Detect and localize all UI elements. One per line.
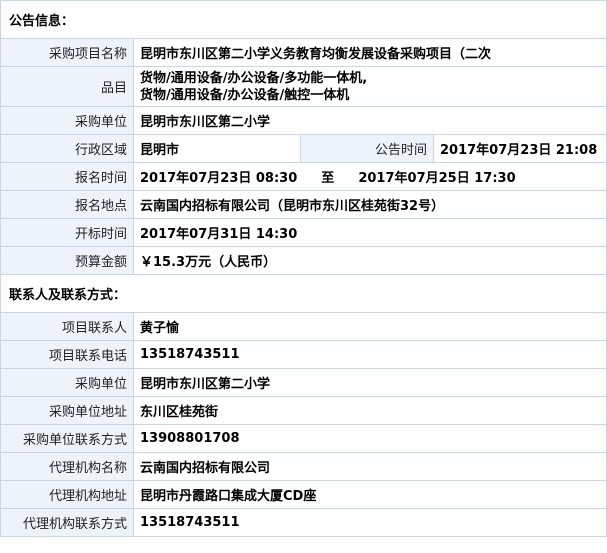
row-project-phone: 项目联系电话 13518743511 [0, 340, 607, 369]
value-purchaser: 昆明市东川区第二小学 [132, 106, 607, 135]
value-contact-purchaser: 昆明市东川区第二小学 [132, 368, 607, 397]
label-project-phone: 项目联系电话 [0, 340, 134, 369]
registration-to: 2017年07月25日 17:30 [358, 171, 516, 186]
row-contact-purchaser: 采购单位 昆明市东川区第二小学 [0, 368, 607, 397]
label-contact-purchaser: 采购单位 [0, 368, 134, 397]
row-region: 行政区域 昆明市 公告时间 2017年07月23日 21:08 [0, 134, 607, 163]
row-registration-place: 报名地点 云南国内招标有限公司（昆明市东川区桂苑街32号） [0, 190, 607, 219]
label-project-contact: 项目联系人 [0, 312, 134, 341]
label-opening-time: 开标时间 [0, 218, 134, 247]
row-opening-time: 开标时间 2017年07月31日 14:30 [0, 218, 607, 247]
label-purchaser: 采购单位 [0, 106, 134, 135]
value-purchaser-phone: 13908801708 [132, 424, 607, 453]
row-budget: 预算金额 ￥15.3万元（人民币） [0, 246, 607, 275]
label-region: 行政区域 [0, 134, 134, 163]
row-project-name: 采购项目名称 昆明市东川区第二小学义务教育均衡发展设备采购项目（二次 [0, 38, 607, 67]
value-announce-time: 2017年07月23日 21:08 [432, 134, 607, 163]
label-agency-name: 代理机构名称 [0, 452, 134, 481]
value-registration-time: 2017年07月23日 08:30 至 2017年07月25日 17:30 [132, 162, 607, 191]
value-purchaser-address: 东川区桂苑街 [132, 396, 607, 425]
label-registration-place: 报名地点 [0, 190, 134, 219]
label-project-name: 采购项目名称 [0, 38, 134, 67]
value-budget: ￥15.3万元（人民币） [132, 246, 607, 275]
value-agency-phone: 13518743511 [132, 508, 607, 537]
value-project-name: 昆明市东川区第二小学义务教育均衡发展设备采购项目（二次 [132, 38, 607, 67]
row-purchaser: 采购单位 昆明市东川区第二小学 [0, 106, 607, 135]
value-agency-address: 昆明市丹霞路口集成大厦CD座 [132, 480, 607, 509]
section-contacts: 联系人及联系方式： [0, 274, 607, 313]
value-opening-time: 2017年07月31日 14:30 [132, 218, 607, 247]
label-budget: 预算金额 [0, 246, 134, 275]
label-purchaser-phone: 采购单位联系方式 [0, 424, 134, 453]
row-agency-name: 代理机构名称 云南国内招标有限公司 [0, 452, 607, 481]
category-line-2: 货物/通用设备/办公设备/触控一体机 [140, 87, 350, 103]
registration-to-label: 至 [321, 171, 335, 186]
value-project-phone: 13518743511 [132, 340, 607, 369]
row-agency-address: 代理机构地址 昆明市丹霞路口集成大厦CD座 [0, 480, 607, 509]
value-category: 货物/通用设备/办公设备/多功能一体机, 货物/通用设备/办公设备/触控一体机 [132, 66, 607, 107]
announcement-table: 公告信息： 采购项目名称 昆明市东川区第二小学义务教育均衡发展设备采购项目（二次… [0, 0, 607, 537]
label-purchaser-address: 采购单位地址 [0, 396, 134, 425]
row-registration-time: 报名时间 2017年07月23日 08:30 至 2017年07月25日 17:… [0, 162, 607, 191]
value-project-contact: 黄子愉 [132, 312, 607, 341]
label-registration-time: 报名时间 [0, 162, 134, 191]
value-region: 昆明市 [133, 134, 301, 163]
value-registration-place: 云南国内招标有限公司（昆明市东川区桂苑街32号） [132, 190, 607, 219]
row-purchaser-address: 采购单位地址 东川区桂苑街 [0, 396, 607, 425]
section-announcement: 公告信息： [0, 0, 607, 39]
row-project-contact: 项目联系人 黄子愉 [0, 312, 607, 341]
label-category: 品目 [0, 66, 134, 107]
label-announce-time: 公告时间 [300, 134, 434, 163]
row-purchaser-phone: 采购单位联系方式 13908801708 [0, 424, 607, 453]
label-agency-address: 代理机构地址 [0, 480, 134, 509]
category-line-1: 货物/通用设备/办公设备/多功能一体机, [140, 70, 368, 86]
row-category: 品目 货物/通用设备/办公设备/多功能一体机, 货物/通用设备/办公设备/触控一… [0, 66, 607, 107]
section-title-announcement: 公告信息： [0, 0, 607, 39]
value-agency-name: 云南国内招标有限公司 [132, 452, 607, 481]
section-title-contacts: 联系人及联系方式： [0, 274, 607, 313]
label-agency-phone: 代理机构联系方式 [0, 508, 134, 537]
registration-from: 2017年07月23日 08:30 [140, 171, 298, 186]
row-agency-phone: 代理机构联系方式 13518743511 [0, 508, 607, 537]
